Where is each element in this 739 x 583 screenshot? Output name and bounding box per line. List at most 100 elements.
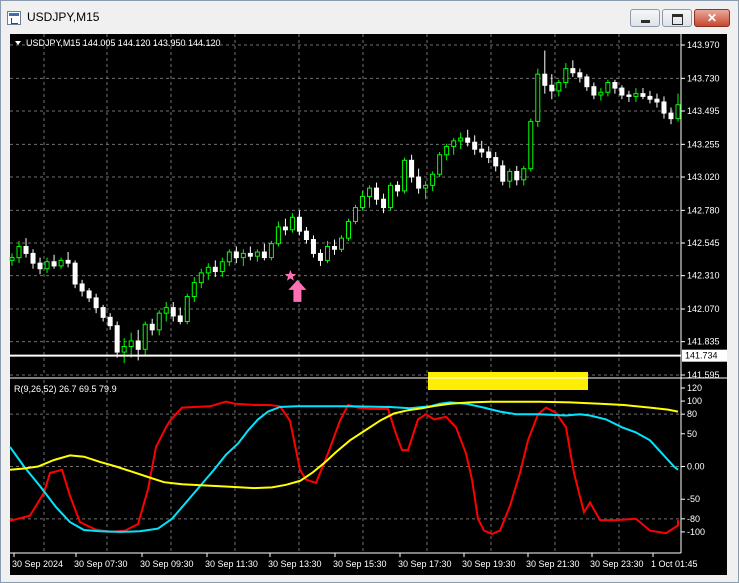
candle-body xyxy=(240,252,246,259)
indicator-label: 80 xyxy=(687,409,697,419)
candle-body xyxy=(430,173,436,186)
candle-body xyxy=(121,346,127,353)
candle-body xyxy=(535,73,541,122)
candle-body xyxy=(65,259,71,264)
price-line-label: 141.734 xyxy=(685,351,718,361)
candle-body xyxy=(93,297,99,309)
candle-body xyxy=(591,86,597,96)
price-label: 142.545 xyxy=(687,238,720,248)
signal-bar xyxy=(428,372,588,390)
candle-body xyxy=(184,295,190,323)
price-label: 142.310 xyxy=(687,271,720,281)
candle-body xyxy=(612,82,618,89)
candle-body xyxy=(72,262,78,285)
candle-body xyxy=(584,76,590,88)
candle-body xyxy=(458,137,464,142)
candle-body xyxy=(282,226,288,231)
indicator-label: 0.00 xyxy=(687,462,705,472)
candle-body xyxy=(472,141,478,150)
price-label: 143.020 xyxy=(687,172,720,182)
time-label: 30 Sep 13:30 xyxy=(268,559,322,569)
candle-body xyxy=(226,251,232,263)
price-label: 143.255 xyxy=(687,139,720,149)
candle-body xyxy=(521,168,527,181)
candle-body xyxy=(100,307,106,318)
price-label: 142.070 xyxy=(687,304,720,314)
time-label: 30 Sep 07:30 xyxy=(74,559,128,569)
candle-body xyxy=(500,165,506,182)
candle-body xyxy=(367,187,373,197)
time-label: 30 Sep 2024 xyxy=(12,559,63,569)
candle-body xyxy=(444,145,450,156)
candle-body xyxy=(79,283,85,292)
candle-body xyxy=(395,184,401,192)
candle-body xyxy=(324,245,330,261)
candle-body xyxy=(514,170,520,181)
candle-body xyxy=(626,94,632,97)
candle-body xyxy=(640,93,646,97)
candle-body xyxy=(451,140,457,147)
candle-body xyxy=(549,84,555,92)
time-label: 1 Oct 01:45 xyxy=(651,559,698,569)
candle-body xyxy=(233,251,239,259)
candle-body xyxy=(416,176,422,189)
candle-body xyxy=(570,68,576,74)
candle-body xyxy=(465,137,471,143)
candle-body xyxy=(9,257,15,261)
price-label: 143.970 xyxy=(687,40,720,50)
time-label: 30 Sep 09:30 xyxy=(140,559,194,569)
chart-canvas[interactable]: 141.734 30 Sep 2024 30 Sep 07:30 30 Sep 09… xyxy=(0,0,739,583)
candle-body xyxy=(479,148,485,153)
price-label: 143.730 xyxy=(687,73,720,83)
candle-body xyxy=(163,307,169,314)
candle-body xyxy=(661,101,667,114)
candle-body xyxy=(654,98,660,103)
candle-body xyxy=(346,220,352,239)
candle-body xyxy=(37,262,43,270)
candle-body xyxy=(114,325,120,353)
candle-body xyxy=(486,151,492,159)
candle-body xyxy=(212,266,218,272)
candle-body xyxy=(423,184,429,189)
candle-body xyxy=(381,198,387,209)
candle-body xyxy=(388,184,394,209)
candle-body xyxy=(275,226,281,245)
candle-body xyxy=(374,187,380,200)
candle-body xyxy=(289,216,295,231)
indicator-label: -100 xyxy=(687,527,705,537)
candle-body xyxy=(647,95,653,100)
candle-body xyxy=(128,340,134,348)
indicator-label: -50 xyxy=(687,494,700,504)
candle-body xyxy=(556,82,562,92)
candle-body xyxy=(605,82,611,93)
indicator-label: -80 xyxy=(687,514,700,524)
time-label: 30 Sep 23:30 xyxy=(590,559,644,569)
candle-body xyxy=(633,93,639,97)
candle-body xyxy=(437,154,443,175)
candle-body xyxy=(338,237,344,250)
time-label: 30 Sep 19:30 xyxy=(462,559,516,569)
time-label: 30 Sep 15:30 xyxy=(333,559,387,569)
candle-body xyxy=(310,239,316,254)
candle-body xyxy=(30,252,36,264)
candle-body xyxy=(493,157,499,167)
candle-body xyxy=(528,120,534,170)
time-label: 30 Sep 17:30 xyxy=(398,559,452,569)
candle-body xyxy=(409,159,415,178)
candle-body xyxy=(142,323,148,350)
price-label: 142.780 xyxy=(687,205,720,215)
candle-body xyxy=(261,251,267,259)
candle-body xyxy=(16,245,22,259)
candle-body xyxy=(247,252,253,257)
candle-body xyxy=(360,195,366,209)
candle-body xyxy=(598,91,604,96)
candle-body xyxy=(577,72,583,78)
candle-body xyxy=(23,245,29,254)
candle-body xyxy=(619,87,625,96)
time-label: 30 Sep 11:30 xyxy=(205,559,258,569)
price-chart-header: USDJPY,M15 144.005 144.120 143.950 144.1… xyxy=(26,38,221,48)
candle-body xyxy=(303,230,309,241)
candle-body xyxy=(44,261,50,270)
indicator-header: R(9,26,52) 26.7 69.5 79.9 xyxy=(14,384,117,394)
candle-body xyxy=(198,272,204,284)
